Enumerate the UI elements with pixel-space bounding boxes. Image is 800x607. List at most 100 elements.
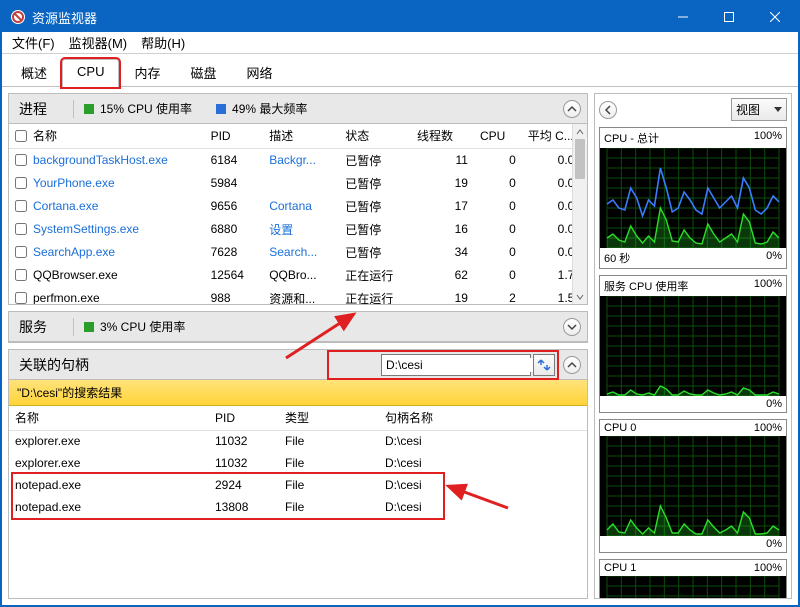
handle-type: File — [279, 496, 379, 518]
row-checkbox[interactable] — [15, 200, 27, 212]
graphs-collapse-button[interactable] — [599, 101, 617, 119]
processes-panel: 进程 15% CPU 使用率 49% 最大频率 名称 PID 描述 状态 — [8, 93, 588, 305]
handles-results-label: "D:\cesi"的搜索结果 — [9, 380, 587, 406]
processes-scrollbar[interactable] — [572, 124, 587, 304]
process-pid: 7628 — [205, 241, 264, 264]
search-refresh-button[interactable] — [533, 354, 555, 376]
process-name: SearchApp.exe — [33, 245, 115, 259]
table-row[interactable]: SystemSettings.exe 6880 设置 已暂停 16 0 0.00 — [9, 218, 587, 241]
app-icon — [10, 9, 26, 25]
handles-title: 关联的句柄 — [19, 355, 89, 375]
close-button[interactable] — [752, 2, 798, 32]
menu-help[interactable]: 帮助(H) — [135, 31, 191, 54]
table-row[interactable]: backgroundTaskHost.exe 6184 Backgr... 已暂… — [9, 148, 587, 172]
table-row[interactable]: explorer.exe 11032 File D:\cesi — [9, 430, 587, 452]
process-state: 已暂停 — [339, 195, 411, 218]
minimize-button[interactable] — [660, 2, 706, 32]
processes-title: 进程 — [19, 99, 47, 119]
tab-network[interactable]: 网络 — [232, 58, 288, 86]
row-checkbox[interactable] — [15, 154, 27, 166]
process-pid: 6880 — [205, 218, 264, 241]
process-desc: QQBro... — [263, 264, 339, 287]
process-state: 已暂停 — [339, 241, 411, 264]
services-panel: 服务 3% CPU 使用率 — [8, 311, 588, 343]
process-threads: 19 — [411, 172, 474, 195]
handle-name: notepad.exe — [9, 474, 209, 496]
row-checkbox[interactable] — [15, 292, 27, 304]
process-threads: 17 — [411, 195, 474, 218]
processes-collapse-button[interactable] — [563, 100, 581, 118]
table-row[interactable]: SearchApp.exe 7628 Search... 已暂停 34 0 0.… — [9, 241, 587, 264]
col-cpu[interactable]: CPU — [474, 124, 522, 148]
row-checkbox[interactable] — [15, 177, 27, 189]
table-row[interactable]: QQBrowser.exe 12564 QQBro... 正在运行 62 0 1… — [9, 264, 587, 287]
row-checkbox[interactable] — [15, 223, 27, 235]
tab-overview[interactable]: 概述 — [6, 58, 62, 86]
row-checkbox[interactable] — [15, 246, 27, 258]
process-threads: 11 — [411, 148, 474, 172]
tab-cpu[interactable]: CPU — [62, 59, 119, 87]
graph-scale-min: 0% — [766, 398, 782, 410]
process-pid: 9656 — [205, 195, 264, 218]
menu-monitor[interactable]: 监视器(M) — [63, 31, 134, 54]
process-desc: 资源和... — [263, 287, 339, 305]
graph-title: CPU 1 — [604, 562, 636, 574]
hcol-pid[interactable]: PID — [209, 406, 279, 430]
process-state: 正在运行 — [339, 287, 411, 305]
scroll-up-icon[interactable] — [573, 124, 587, 139]
chevron-down-icon — [774, 107, 782, 112]
process-state: 正在运行 — [339, 264, 411, 287]
process-name: SystemSettings.exe — [33, 222, 139, 236]
table-row[interactable]: notepad.exe 2924 File D:\cesi — [9, 474, 587, 496]
col-pid[interactable]: PID — [205, 124, 264, 148]
tab-disk[interactable]: 磁盘 — [175, 58, 231, 86]
graph-scale-min: 0% — [766, 538, 782, 550]
table-row[interactable]: explorer.exe 11032 File D:\cesi — [9, 452, 587, 474]
hcol-hname[interactable]: 句柄名称 — [379, 406, 587, 430]
handle-name: notepad.exe — [9, 496, 209, 518]
refresh-icon — [537, 358, 551, 372]
process-state: 已暂停 — [339, 218, 411, 241]
cpu-graph: CPU - 总计100% 60 秒0% — [599, 127, 787, 269]
select-all-checkbox[interactable] — [15, 130, 27, 142]
table-row[interactable]: perfmon.exe 988 资源和... 正在运行 19 2 1.59 — [9, 287, 587, 305]
col-state[interactable]: 状态 — [339, 124, 411, 148]
services-cpu-label: 3% CPU 使用率 — [100, 318, 185, 335]
view-dropdown[interactable]: 视图 — [731, 98, 787, 121]
handle-pid: 2924 — [209, 474, 279, 496]
table-row[interactable]: notepad.exe 13808 File D:\cesi — [9, 496, 587, 518]
handles-search-input[interactable] — [382, 358, 545, 372]
handles-searchbox[interactable]: ✕ — [381, 354, 531, 376]
col-desc[interactable]: 描述 — [263, 124, 339, 148]
table-row[interactable]: Cortana.exe 9656 Cortana 已暂停 17 0 0.00 — [9, 195, 587, 218]
handle-pid: 13808 — [209, 496, 279, 518]
col-name[interactable]: 名称 — [9, 124, 205, 148]
services-collapse-button[interactable] — [563, 318, 581, 336]
tab-memory[interactable]: 内存 — [119, 58, 175, 86]
handles-collapse-button[interactable] — [563, 356, 581, 374]
process-name: QQBrowser.exe — [33, 268, 118, 282]
process-cpu: 0 — [474, 195, 522, 218]
process-desc: Backgr... — [263, 148, 339, 172]
view-label: 视图 — [736, 101, 760, 118]
table-row[interactable]: YourPhone.exe 5984 已暂停 19 0 0.00 — [9, 172, 587, 195]
graph-scale-max: 100% — [754, 422, 782, 434]
row-checkbox[interactable] — [15, 269, 27, 281]
graph-scale-max: 100% — [754, 278, 782, 294]
handle-hname: D:\cesi — [379, 474, 587, 496]
menu-file[interactable]: 文件(F) — [6, 31, 61, 54]
hcol-name[interactable]: 名称 — [9, 406, 209, 430]
process-pid: 988 — [205, 287, 264, 305]
col-threads[interactable]: 线程数 — [411, 124, 474, 148]
graph-scale-max: 100% — [754, 562, 782, 574]
handles-panel: 关联的句柄 ✕ "D:\cesi"的搜索结果 — [8, 349, 588, 599]
hcol-type[interactable]: 类型 — [279, 406, 379, 430]
process-cpu: 0 — [474, 218, 522, 241]
handle-hname: D:\cesi — [379, 430, 587, 452]
graph-title: CPU - 总计 — [604, 130, 659, 146]
process-pid: 5984 — [205, 172, 264, 195]
maximize-button[interactable] — [706, 2, 752, 32]
scroll-down-icon[interactable] — [573, 289, 587, 304]
cpu-usage-label: 15% CPU 使用率 — [100, 100, 192, 117]
graphs-pane: 视图 CPU - 总计100% 60 秒0% 服务 CPU 使用率100% 0%… — [594, 93, 792, 599]
